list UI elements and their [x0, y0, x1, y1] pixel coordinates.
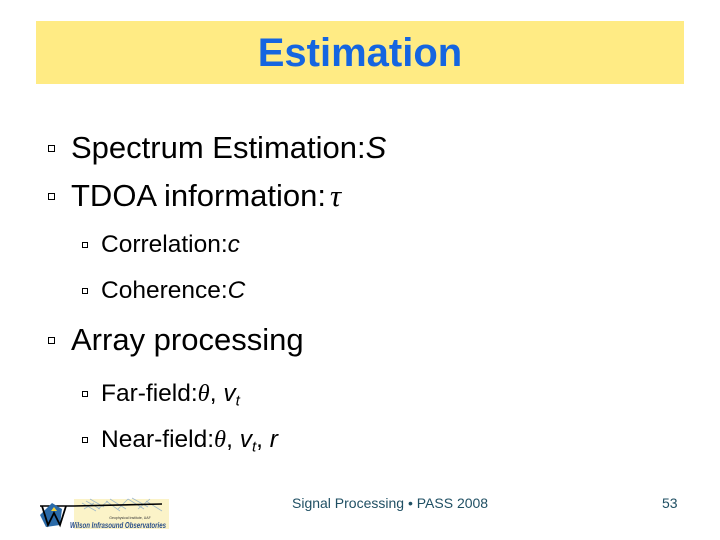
logo-subcaption: Geophysical Institute, UAF: [109, 516, 150, 520]
variable-v: vt: [239, 426, 257, 456]
square-bullet-icon: [82, 437, 88, 443]
wilson-infrasound-logo: Geophysical Institute, UAF Wilson Infras…: [40, 497, 169, 530]
separator: ,: [226, 426, 240, 453]
title-banner: Estimation: [36, 21, 684, 84]
bullet-text: Correlation:: [101, 231, 228, 258]
bullet-text: Far-field:: [101, 380, 198, 407]
square-bullet-icon: [48, 336, 55, 344]
bullet-tdoa-information: TDOA information: τ: [48, 178, 341, 214]
variable-r: r: [269, 426, 278, 453]
variable-c: c: [227, 231, 240, 258]
subbullet-correlation: Correlation: c: [82, 231, 240, 259]
separator: ,: [209, 380, 224, 407]
square-bullet-icon: [82, 391, 88, 397]
footer-text: Signal Processing • PASS 2008: [292, 495, 489, 511]
variable-theta: θ: [197, 380, 210, 407]
bullet-text: Array processing: [71, 322, 304, 357]
variable-theta: θ: [214, 426, 227, 453]
subscript-t: t: [235, 392, 240, 410]
subbullet-near-field: Near-field: θ , vt , r: [82, 426, 278, 456]
slide-title: Estimation: [257, 31, 463, 75]
subbullet-far-field: Far-field: θ , vt: [82, 380, 240, 410]
square-bullet-icon: [48, 192, 55, 200]
variable-v: vt: [223, 380, 240, 410]
square-bullet-icon: [82, 288, 88, 294]
variable-tau: τ: [329, 178, 342, 213]
bullet-text: TDOA information:: [71, 178, 326, 213]
bullet-array-processing: Array processing: [48, 322, 304, 358]
bullet-text: Coherence:: [101, 277, 228, 304]
bullet-text: Spectrum Estimation:: [71, 130, 366, 165]
bullet-spectrum-estimation: Spectrum Estimation: S: [48, 130, 386, 166]
square-bullet-icon: [48, 144, 55, 152]
square-bullet-icon: [82, 242, 88, 248]
variable-capital-c: C: [227, 277, 246, 304]
logo-caption: Wilson Infrasound Observatories: [70, 521, 166, 530]
subbullet-coherence: Coherence: C: [82, 277, 245, 305]
bullet-text: Near-field:: [101, 426, 215, 453]
variable-s: S: [365, 130, 387, 165]
page-number: 53: [662, 495, 678, 511]
separator: ,: [256, 426, 270, 453]
